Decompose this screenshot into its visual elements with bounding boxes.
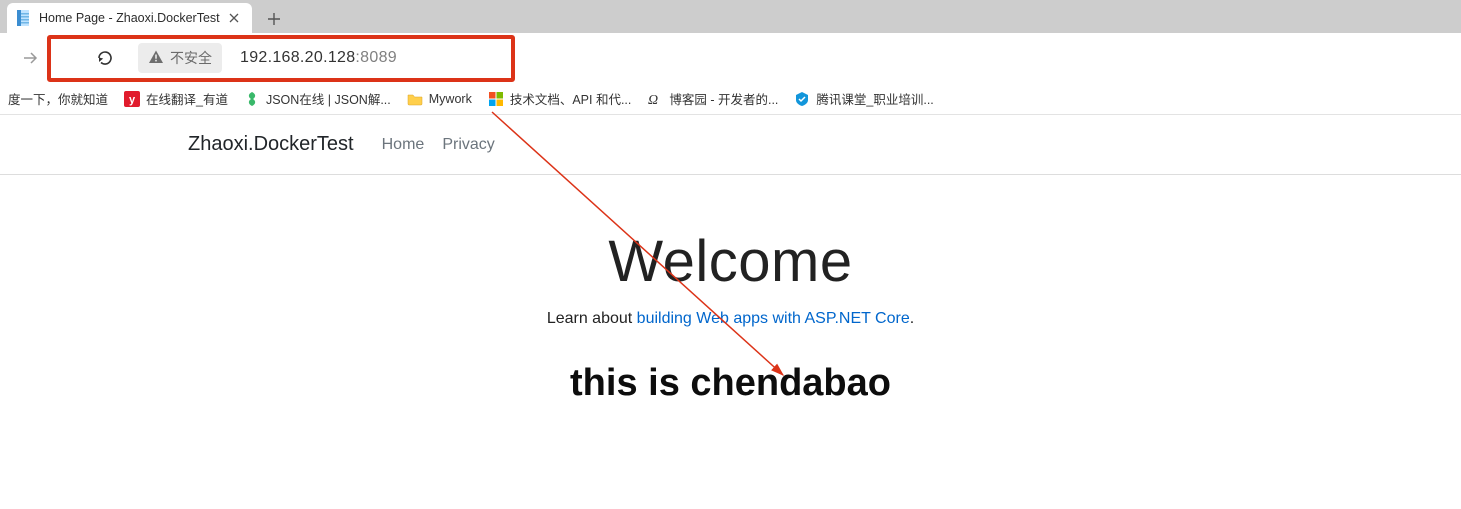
address-url[interactable]: 192.168.20.128:8089 <box>240 49 397 67</box>
svg-text:y: y <box>129 94 136 106</box>
microsoft-icon <box>488 91 504 107</box>
bookmark-label: 在线翻译_有道 <box>146 89 228 108</box>
url-host: 192.168.20.128 <box>240 49 355 66</box>
learn-suffix: . <box>910 310 914 327</box>
bookmark-label: JSON在线 | JSON解... <box>266 89 391 108</box>
page-content: Welcome Learn about building Web apps wi… <box>0 175 1461 405</box>
tab-title: Home Page - Zhaoxi.DockerTest <box>39 11 225 25</box>
reload-button[interactable] <box>94 47 116 69</box>
nav-link-home[interactable]: Home <box>382 136 425 154</box>
tencent-class-icon <box>794 91 810 107</box>
bookmark-item[interactable]: 技术文档、API 和代... <box>480 86 640 112</box>
json-icon <box>244 91 260 107</box>
bookmark-item[interactable]: 腾讯课堂_职业培训... <box>786 86 941 112</box>
nav-link-privacy[interactable]: Privacy <box>442 136 494 154</box>
cnblogs-icon: Ω <box>647 91 663 107</box>
bookmark-item[interactable]: Mywork <box>399 86 480 112</box>
forward-arrow-icon[interactable] <box>18 46 42 70</box>
bookmarks-bar: 度一下，你就知道 y 在线翻译_有道 JSON在线 | JSON解... Myw… <box>0 83 1461 115</box>
learn-prefix: Learn about <box>547 310 637 327</box>
warning-icon <box>148 49 164 68</box>
new-tab-button[interactable] <box>260 5 288 33</box>
navbar-brand[interactable]: Zhaoxi.DockerTest <box>188 133 354 156</box>
hero-heading: this is chendabao <box>0 362 1461 405</box>
browser-address-bar: 不安全 192.168.20.128:8089 <box>0 33 1461 83</box>
bookmark-label: Mywork <box>429 92 472 106</box>
browser-tab[interactable]: Home Page - Zhaoxi.DockerTest <box>7 3 252 33</box>
browser-tabs: Home Page - Zhaoxi.DockerTest <box>0 0 1461 33</box>
learn-paragraph: Learn about building Web apps with ASP.N… <box>0 310 1461 328</box>
bookmark-label: 博客园 - 开发者的... <box>669 89 778 108</box>
bookmark-item[interactable]: JSON在线 | JSON解... <box>236 86 399 112</box>
learn-link[interactable]: building Web apps with ASP.NET Core <box>637 310 910 327</box>
bookmark-item[interactable]: Ω 博客园 - 开发者的... <box>639 86 786 112</box>
tab-favicon <box>15 10 31 26</box>
security-label: 不安全 <box>170 48 212 68</box>
url-port: :8089 <box>355 49 397 66</box>
welcome-heading: Welcome <box>0 228 1461 295</box>
bookmark-item[interactable]: y 在线翻译_有道 <box>116 86 236 112</box>
site-navbar: Zhaoxi.DockerTest Home Privacy <box>0 115 1461 175</box>
bookmark-item[interactable]: 度一下，你就知道 <box>0 86 116 112</box>
tab-close-icon[interactable] <box>225 10 242 27</box>
bookmark-label: 度一下，你就知道 <box>8 89 108 108</box>
svg-text:Ω: Ω <box>648 93 658 107</box>
bookmark-label: 技术文档、API 和代... <box>510 89 632 108</box>
youdao-icon: y <box>124 91 140 107</box>
bookmark-label: 腾讯课堂_职业培训... <box>816 89 933 108</box>
security-badge[interactable]: 不安全 <box>138 43 222 73</box>
folder-icon <box>407 91 423 107</box>
